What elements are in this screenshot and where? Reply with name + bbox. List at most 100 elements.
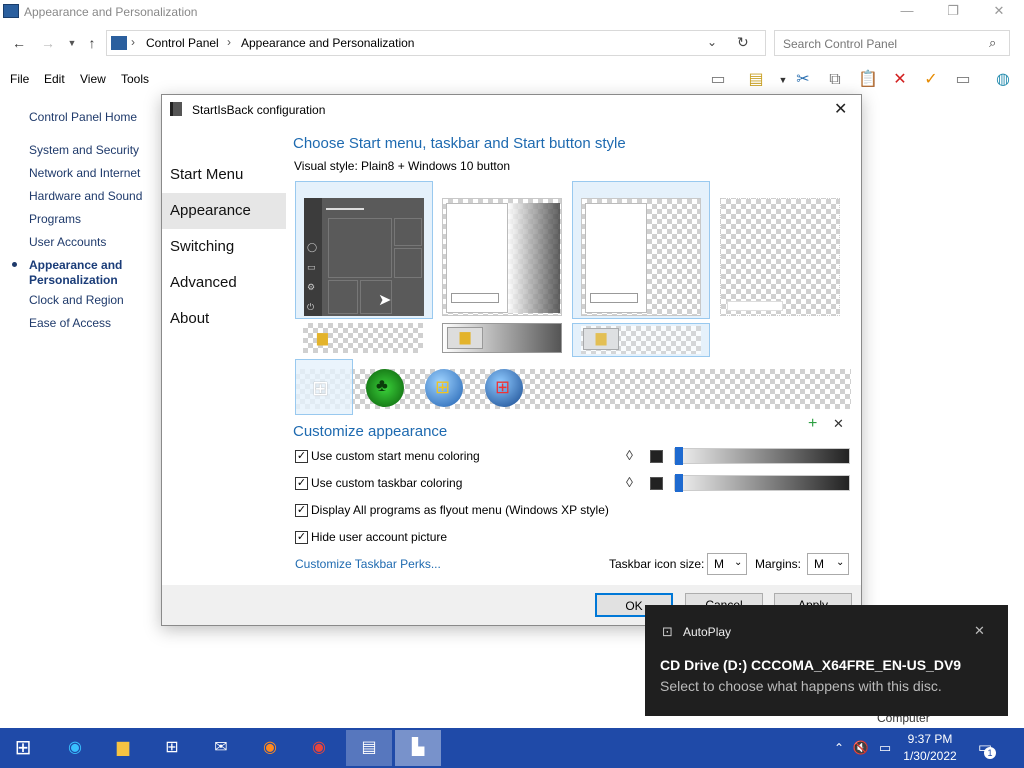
pane-icon[interactable]: ▭: [707, 70, 729, 90]
start-windows-icon[interactable]: ⊞: [10, 736, 36, 760]
tab-about[interactable]: About: [162, 301, 286, 337]
start-menu-color-slider[interactable]: [674, 447, 850, 465]
tab-advanced[interactable]: Advanced: [162, 265, 286, 301]
forward-arrow-icon[interactable]: →: [38, 34, 58, 52]
customize-taskbar-perks-link[interactable]: Customize Taskbar Perks...: [295, 557, 441, 571]
clock-date[interactable]: 1/30/2022: [899, 749, 961, 763]
globe-icon[interactable]: ◍: [992, 70, 1014, 90]
taskbar-style-1[interactable]: ▆: [303, 323, 423, 353]
taskbar-style-3[interactable]: ▆: [572, 323, 710, 357]
copy-icon[interactable]: ⧉: [824, 70, 846, 90]
breadcrumb-control-panel[interactable]: Control Panel: [146, 36, 219, 50]
nav-clock-region[interactable]: Clock and Region: [29, 293, 124, 307]
volume-muted-icon[interactable]: 🔇: [848, 736, 874, 760]
windows-flag-icon: ⊞: [435, 377, 451, 397]
style-thumb-selected[interactable]: ◯ ▭ ⚙ ⏻ ➤: [295, 181, 433, 319]
restore-button[interactable]: ❐: [930, 0, 976, 24]
up-arrow-icon[interactable]: ↑: [82, 34, 102, 52]
edge-icon[interactable]: ◉: [62, 736, 88, 760]
nav-hardware-sound[interactable]: Hardware and Sound: [29, 189, 142, 203]
delete-icon[interactable]: ✕: [889, 70, 911, 90]
window-titlebar: Appearance and Personalization — ❐ ✕: [0, 0, 1024, 24]
tab-start-menu[interactable]: Start Menu: [162, 157, 286, 193]
start-button-vista[interactable]: ⊞: [485, 369, 523, 407]
mail-icon[interactable]: ✉: [208, 736, 234, 760]
rename-icon[interactable]: ▭: [952, 70, 974, 90]
taskbar-color-swatch[interactable]: [650, 477, 663, 490]
search-placeholder: Search Control Panel: [783, 37, 898, 51]
firefox-icon[interactable]: ◉: [257, 736, 283, 760]
toast-title: CD Drive (D:) CCCOMA_X64FRE_EN-US_DV9: [660, 657, 962, 673]
address-bar[interactable]: › Control Panel › Appearance and Persona…: [106, 30, 766, 56]
opacity-drop-icon[interactable]: ◊: [626, 447, 633, 463]
nav-ease-of-access[interactable]: Ease of Access: [29, 316, 111, 330]
close-button[interactable]: ✕: [976, 0, 1022, 24]
label-taskbar-coloring: Use custom taskbar coloring: [311, 476, 463, 490]
nav-programs[interactable]: Programs: [29, 212, 81, 226]
nav-network-internet[interactable]: Network and Internet: [29, 166, 140, 180]
control-panel-taskbar-icon[interactable]: ▤: [346, 730, 392, 766]
refresh-icon[interactable]: ↻: [737, 34, 749, 51]
menu-edit[interactable]: Edit: [44, 72, 65, 86]
start-button-clover[interactable]: ♣: [366, 369, 404, 407]
menu-view[interactable]: View: [80, 72, 106, 86]
checkbox-start-menu-coloring[interactable]: ✓: [295, 450, 308, 463]
icon-size-select[interactable]: M ⌄: [707, 553, 747, 575]
nav-appearance-personalization[interactable]: Appearance and Personalization: [29, 258, 149, 288]
nav-control-panel-home[interactable]: Control Panel Home: [29, 110, 137, 124]
style-thumb-3[interactable]: [572, 181, 710, 319]
start-button-win10[interactable]: ⊞: [295, 359, 353, 415]
search-icon: ⌕: [989, 35, 997, 50]
minimize-button[interactable]: —: [884, 0, 930, 24]
properties-icon[interactable]: ▤: [745, 70, 767, 90]
dialog-close-icon[interactable]: ✕: [834, 99, 847, 119]
chrome-icon[interactable]: ◉: [306, 736, 332, 760]
menu-file[interactable]: File: [10, 72, 29, 86]
label-start-menu-coloring: Use custom start menu coloring: [311, 449, 480, 463]
toast-close-icon[interactable]: ✕: [974, 623, 985, 639]
style-thumb-2[interactable]: [442, 198, 562, 316]
checkbox-hide-account-picture[interactable]: ✓: [295, 531, 308, 544]
margins-select[interactable]: M ⌄: [807, 553, 849, 575]
startisback-icon: [170, 102, 182, 116]
breadcrumb-appearance[interactable]: Appearance and Personalization: [241, 36, 414, 50]
network-icon[interactable]: ▭: [872, 736, 898, 760]
tab-switching[interactable]: Switching: [162, 229, 286, 265]
taskbar-color-slider[interactable]: [674, 474, 850, 492]
nav-system-security[interactable]: System and Security: [29, 143, 139, 157]
label-flyout-menu: Display All programs as flyout menu (Win…: [311, 503, 609, 517]
file-explorer-icon[interactable]: ▆: [110, 736, 136, 760]
checkbox-taskbar-coloring[interactable]: ✓: [295, 477, 308, 490]
taskbar-style-2[interactable]: ▆: [442, 323, 562, 353]
control-panel-icon: [111, 36, 127, 50]
address-dropdown-chevron-icon[interactable]: ⌄: [707, 35, 717, 49]
style-thumb-4[interactable]: [720, 198, 840, 316]
dropdown-chevron-icon[interactable]: ▼: [772, 70, 794, 90]
slider-thumb[interactable]: [675, 447, 683, 465]
tab-appearance[interactable]: Appearance: [162, 193, 286, 229]
checkmark-icon[interactable]: ✓: [920, 70, 942, 90]
icon-size-value: M: [714, 557, 724, 571]
recent-chevron-icon[interactable]: ▼: [62, 34, 82, 52]
back-arrow-icon[interactable]: ←: [9, 34, 29, 52]
nav-user-accounts[interactable]: User Accounts: [29, 235, 106, 249]
start-menu-color-swatch[interactable]: [650, 450, 663, 463]
autoplay-icon: ⊡: [662, 624, 673, 639]
cut-icon[interactable]: ✂: [792, 70, 814, 90]
clover-icon: ♣: [376, 375, 388, 395]
slider-thumb[interactable]: [675, 474, 683, 492]
toast-body: Select to choose what happens with this …: [660, 678, 942, 694]
store-icon[interactable]: ⊞: [159, 736, 185, 760]
add-icon[interactable]: +: [808, 415, 817, 433]
checkbox-flyout-menu[interactable]: ✓: [295, 504, 308, 517]
paste-icon[interactable]: 📋: [857, 70, 879, 90]
opacity-drop-icon[interactable]: ◊: [626, 474, 633, 490]
startisback-taskbar-icon[interactable]: ▙: [395, 730, 441, 766]
start-button-win7[interactable]: ⊞: [425, 369, 463, 407]
menu-tools[interactable]: Tools: [121, 72, 149, 86]
remove-icon[interactable]: ✕: [833, 416, 844, 432]
clock-time[interactable]: 9:37 PM: [905, 732, 955, 746]
autoplay-toast[interactable]: ⊡ AutoPlay ✕ CD Drive (D:) CCCOMA_X64FRE…: [645, 605, 1008, 716]
customize-heading: Customize appearance: [293, 423, 448, 440]
search-input[interactable]: Search Control Panel ⌕: [774, 30, 1010, 56]
